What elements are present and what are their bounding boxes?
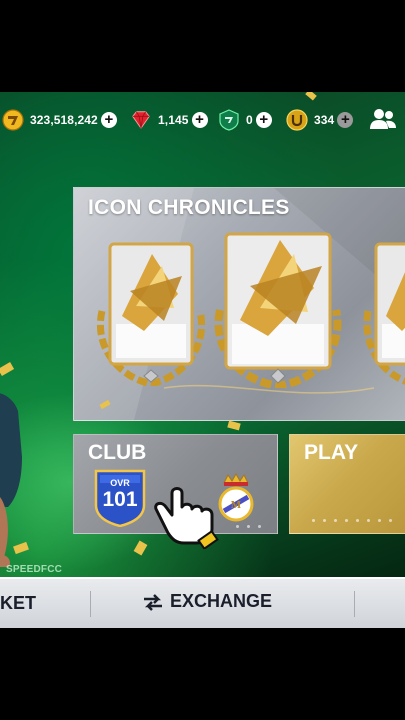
add-tokens-button[interactable]: + xyxy=(255,112,272,128)
token-icon xyxy=(218,109,240,131)
icon-chronicles-panel[interactable]: ICON CHRONICLES xyxy=(73,187,405,421)
exchange-arrows-icon xyxy=(144,593,162,611)
confetti-piece xyxy=(227,420,241,431)
nav-market-tab[interactable]: KET xyxy=(0,593,36,614)
icon-chronicles-title: ICON CHRONICLES xyxy=(88,196,290,219)
confetti-piece xyxy=(0,362,15,376)
gems-value: 1,145 xyxy=(158,113,189,127)
currency-tokens[interactable]: 0 + xyxy=(218,106,272,134)
friends-icon[interactable] xyxy=(368,106,398,132)
gem-icon xyxy=(130,109,152,131)
ovr-value: 101 xyxy=(102,488,138,511)
play-dots xyxy=(312,519,392,522)
add-u-points-button[interactable]: + xyxy=(337,112,354,128)
play-label: PLAY xyxy=(304,441,359,464)
svg-text:M: M xyxy=(231,499,242,511)
pack-card-2[interactable] xyxy=(210,228,346,391)
currency-bar: 323,518,242 + 1,145 + 0 + 334 + xyxy=(0,92,405,148)
nav-divider xyxy=(354,591,355,617)
currency-gems[interactable]: 1,145 + xyxy=(130,106,208,134)
play-tile[interactable]: PLAY xyxy=(289,434,405,534)
coin-icon xyxy=(2,109,24,131)
ovr-badge: OVR 101 xyxy=(94,469,146,527)
game-screen: 323,518,242 + 1,145 + 0 + 334 + ICON CHR… xyxy=(0,92,405,628)
tokens-value: 0 xyxy=(246,113,253,127)
club-label: CLUB xyxy=(88,441,147,464)
u-coin-icon xyxy=(286,109,308,131)
u-points-value: 334 xyxy=(314,113,335,127)
nav-exchange-tab[interactable]: EXCHANGE xyxy=(142,591,272,612)
add-coins-button[interactable]: + xyxy=(100,112,117,128)
pointer-hand-icon xyxy=(150,485,230,551)
currency-coins[interactable]: 323,518,242 + xyxy=(2,106,117,134)
player-figure xyxy=(0,387,22,571)
ovr-label: OVR xyxy=(110,478,130,488)
pack-card-1[interactable] xyxy=(92,236,210,388)
add-gems-button[interactable]: + xyxy=(191,112,208,128)
pack-card-3[interactable] xyxy=(362,236,405,386)
watermark-text: SPEEDFCC xyxy=(6,564,63,575)
currency-u-points[interactable]: 334 + xyxy=(286,106,354,134)
exchange-label: EXCHANGE xyxy=(170,591,273,611)
nav-divider xyxy=(90,591,91,617)
bottom-nav: KET EXCHANGE xyxy=(0,577,405,628)
club-dots xyxy=(236,525,261,528)
coins-value: 323,518,242 xyxy=(30,113,98,127)
